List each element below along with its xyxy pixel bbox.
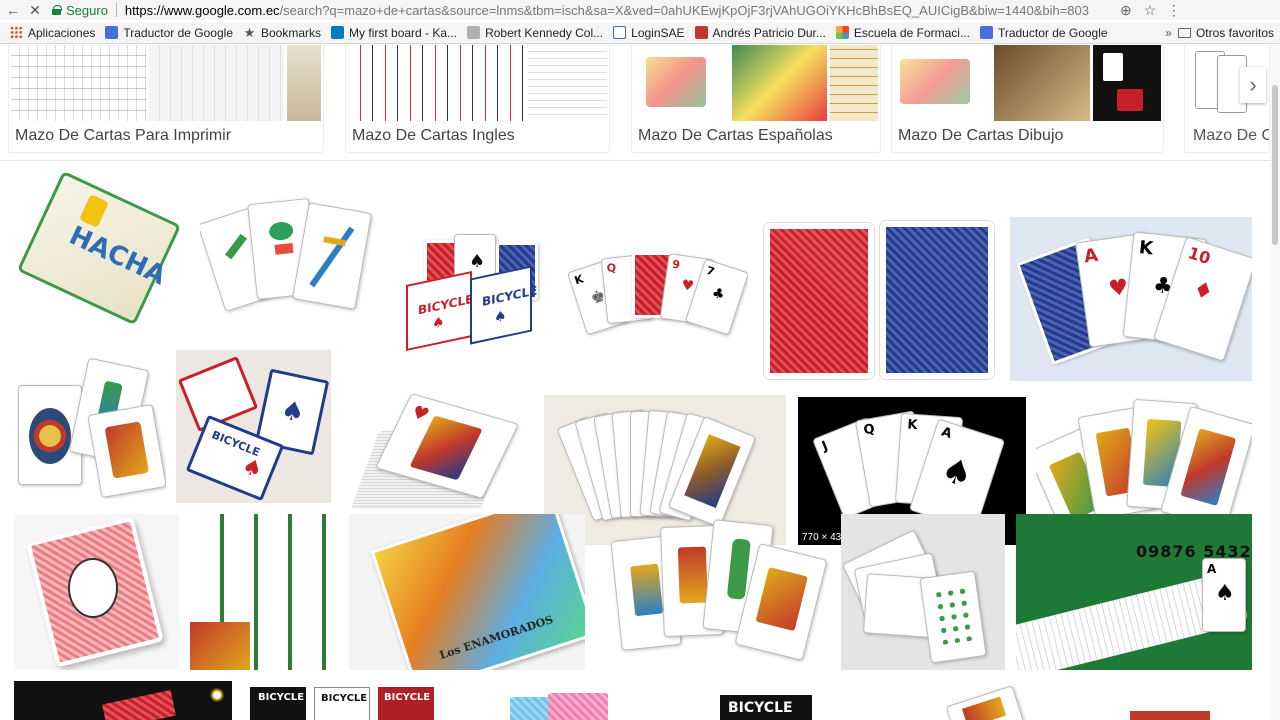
- bookmark-andres[interactable]: Andrés Patricio Dur...: [694, 25, 826, 40]
- profile-icon: [694, 26, 708, 39]
- related-search-label: Mazo De Cartas Para Imprimir: [15, 127, 232, 144]
- translate-icon: [105, 26, 119, 39]
- result-image-tarot-lovers[interactable]: Los ENAMORADOS: [349, 514, 585, 670]
- trello-icon: [331, 26, 345, 39]
- section-divider: [0, 160, 1280, 161]
- related-search-card[interactable]: Mazo De Cartas Para Imprimir: [8, 45, 324, 153]
- folder-icon: [1177, 27, 1191, 38]
- other-bookmarks-label: Otros favoritos: [1195, 25, 1274, 40]
- result-image-bicycle-variants[interactable]: BICYCLE BICYCLE BICYCLE: [244, 683, 444, 720]
- address-separator: [115, 3, 117, 17]
- back-arrow-icon[interactable]: ←: [6, 2, 20, 18]
- stop-icon[interactable]: ✕: [28, 2, 42, 19]
- url-host: https://www.google.com.ec: [124, 2, 280, 18]
- bookmark-label: Traductor de Google: [123, 25, 233, 40]
- related-next-button[interactable]: ›: [1240, 67, 1266, 103]
- bookmark-label: My first board - Ka...: [349, 25, 458, 40]
- bookmark-escuela[interactable]: Escuela de Formaci...: [835, 25, 970, 40]
- result-image-spanish-spread[interactable]: [596, 514, 830, 670]
- result-image-card-grid[interactable]: [190, 514, 338, 670]
- result-image-pastel-decks[interactable]: [456, 691, 678, 720]
- related-thumbnails: [894, 45, 1162, 121]
- result-image-spanish-partial[interactable]: [930, 681, 1070, 720]
- bookmark-trello[interactable]: My first board - Ka...: [331, 26, 457, 40]
- page-icon: [467, 26, 481, 39]
- related-search-label: Mazo De Cartas Españolas: [638, 127, 833, 144]
- bookmark-translate[interactable]: Traductor de Google: [105, 26, 233, 40]
- result-image-hacha-box[interactable]: HACHA: [14, 173, 184, 333]
- result-image-fanned-cards[interactable]: K ♚ Q 9 ♥ 7 ♣: [568, 238, 748, 348]
- lock-icon: [52, 5, 62, 15]
- related-thumbnails: [634, 45, 878, 121]
- related-search-label: Mazo De Cartas Dibujo: [898, 127, 1064, 144]
- bookmark-loginsae[interactable]: LoginSAE: [613, 25, 685, 40]
- star-icon: ★: [243, 25, 256, 40]
- result-image-red-deck-box[interactable]: [14, 514, 179, 670]
- related-search-label: Mazo De Cartas Ingles: [352, 127, 515, 144]
- result-image-red-partial[interactable]: [1120, 709, 1220, 720]
- result-image-spanish-fan[interactable]: [200, 185, 375, 335]
- bookmark-label: Robert Kennedy Col...: [485, 25, 604, 40]
- secure-label: Seguro: [66, 2, 108, 18]
- bookmark-label: Traductor de Google: [997, 25, 1108, 40]
- scrollbar-thumb[interactable]: [1272, 85, 1278, 245]
- bookmark-label: Escuela de Formaci...: [853, 25, 970, 40]
- bookmarks-bar: Aplicaciones Traductor de Google ★ Bookma…: [0, 22, 1280, 44]
- apps-grid-icon: [10, 26, 23, 39]
- address-bar: ← ✕ Seguro https://www.google.com.ec/sea…: [0, 0, 1280, 20]
- result-image-bicycle-standard[interactable]: ♠ BICYCLE ♠: [176, 350, 331, 503]
- result-image-bicycle-black-box[interactable]: BICYCLE: [716, 689, 816, 720]
- related-search-card[interactable]: Mazo De Cartas Ingles: [345, 45, 610, 153]
- result-image-spanish-box[interactable]: [14, 355, 166, 499]
- bookmark-label: Bookmarks: [261, 25, 322, 40]
- result-image-bicycle-backs[interactable]: [762, 217, 998, 382]
- related-search-label: Mazo De C: [1193, 127, 1270, 144]
- result-image-dark-deck[interactable]: [14, 681, 232, 720]
- other-bookmarks-folder[interactable]: Otros favoritos: [1177, 25, 1274, 40]
- menu-dots-icon[interactable]: ⋮: [1166, 2, 1182, 19]
- url-path: /search?q=mazo+de+cartas&source=lnms&tbm…: [279, 2, 1089, 18]
- bookmark-robert-kennedy[interactable]: Robert Kennedy Col...: [467, 26, 603, 40]
- chevron-right-icon: ›: [1249, 72, 1257, 97]
- bookmark-bookmarks[interactable]: ★ Bookmarks: [243, 26, 321, 40]
- bookmark-star-icon[interactable]: ☆: [1142, 2, 1158, 19]
- results-area: Mazo De Cartas Para Imprimir Mazo De Car…: [0, 45, 1280, 720]
- page-scrollbar[interactable]: [1270, 45, 1280, 720]
- bookmark-label: Aplicaciones: [28, 25, 96, 40]
- result-image-bicycle-decks[interactable]: ♠ BICYCLE ♠ BICYCLE ♠: [398, 228, 548, 358]
- result-image-ace-king-ten[interactable]: A ♥ K ♣ 10 ♦: [1010, 217, 1252, 381]
- bookmark-label: Andrés Patricio Dur...: [712, 25, 826, 40]
- more-bookmarks-button[interactable]: »: [1165, 26, 1172, 40]
- location-icon[interactable]: ⊕: [1118, 2, 1134, 19]
- joomla-icon: [835, 26, 849, 39]
- related-search-card[interactable]: Mazo De Cartas Españolas: [631, 45, 881, 153]
- result-image-card-spread-arc[interactable]: A ♠ 09876 5432: [1016, 514, 1252, 670]
- url-field[interactable]: https://www.google.com.ec/search?q=mazo+…: [125, 3, 1110, 18]
- login-icon: [613, 26, 627, 39]
- bookmark-apps[interactable]: Aplicaciones: [10, 26, 95, 40]
- bookmark-translate-2[interactable]: Traductor de Google: [979, 25, 1108, 40]
- result-image-fanned-piles[interactable]: [841, 514, 1005, 670]
- related-search-card[interactable]: Mazo De Cartas Dibujo: [891, 45, 1164, 153]
- bookmark-label: LoginSAE: [631, 25, 685, 40]
- translate-icon: [979, 26, 993, 39]
- related-thumbnails: [348, 45, 607, 121]
- related-thumbnails: [11, 45, 321, 121]
